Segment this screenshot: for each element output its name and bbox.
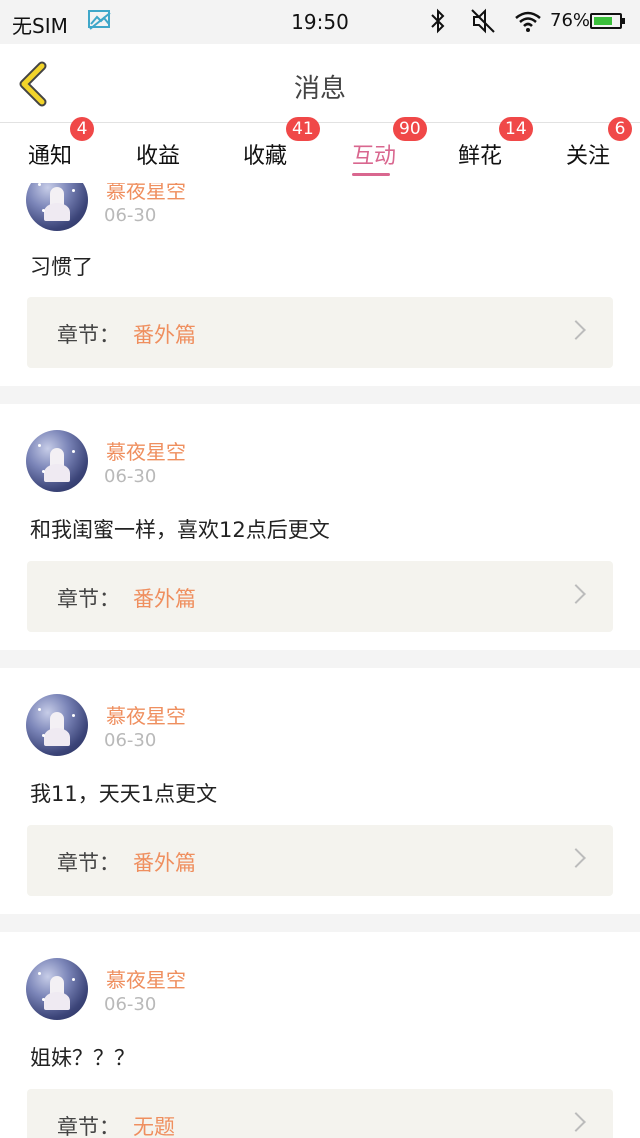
tab-badge: 41 (286, 117, 320, 141)
chapter-label: 章节： (57, 323, 120, 347)
tab-badge: 6 (608, 117, 632, 141)
battery-percentage: 76% (550, 10, 591, 31)
avatar[interactable] (26, 694, 88, 756)
chapter-label: 章节： (57, 851, 120, 875)
back-button[interactable] (14, 60, 54, 108)
chapter-label: 章节： (57, 1115, 120, 1138)
message-content: 习惯了 (30, 255, 93, 279)
chapter-link[interactable]: 章节： 番外篇 (27, 825, 613, 896)
tab-label: 收藏 (243, 144, 288, 169)
mute-icon (470, 8, 496, 39)
chevron-right-icon (566, 584, 586, 604)
chevron-right-icon (566, 1112, 586, 1132)
chapter-title: 无题 (133, 1115, 175, 1138)
battery-icon (590, 13, 625, 29)
username[interactable]: 慕夜星空 (106, 964, 186, 993)
message-list[interactable]: 慕夜星空 06-30 习惯了 章节： 番外篇 慕夜星空 06-30 和我闺蜜一样… (0, 183, 640, 1138)
active-tab-indicator (352, 173, 390, 176)
tab-badge: 4 (70, 117, 94, 141)
chevron-right-icon (566, 320, 586, 340)
avatar[interactable] (26, 958, 88, 1020)
username[interactable]: 慕夜星空 (106, 436, 186, 465)
tab-label: 鲜花 (458, 144, 503, 169)
chapter-link[interactable]: 章节： 无题 (27, 1089, 613, 1138)
tab-label: 收益 (136, 144, 181, 169)
chapter-link[interactable]: 章节： 番外篇 (27, 561, 613, 632)
chapter-title: 番外篇 (133, 323, 196, 347)
message-card: 慕夜星空 06-30 我11，天天1点更文 章节： 番外篇 (0, 668, 640, 914)
message-date: 06-30 (104, 730, 157, 751)
avatar[interactable] (26, 430, 88, 492)
message-content: 和我闺蜜一样，喜欢12点后更文 (30, 518, 330, 542)
status-bar: 无SIM 19:50 76% (0, 0, 640, 44)
chapter-title: 番外篇 (133, 851, 196, 875)
back-arrow-icon (19, 61, 47, 107)
nav-bar: 消息 (0, 44, 640, 123)
bluetooth-icon (428, 8, 448, 39)
chapter-link[interactable]: 章节： 番外篇 (27, 297, 613, 368)
chapter-title: 番外篇 (133, 587, 196, 611)
chevron-right-icon (566, 848, 586, 868)
page-title: 消息 (293, 74, 346, 104)
tab-bar: 通知 4 收益 收藏 41 互动 90 鲜花 14 关注 6 (0, 117, 640, 183)
clock: 19:50 (291, 10, 349, 34)
username[interactable]: 慕夜星空 (106, 183, 186, 204)
tab-label: 通知 (28, 144, 73, 169)
wifi-icon (514, 10, 542, 37)
tab-label: 互动 (352, 144, 397, 169)
message-date: 06-30 (104, 205, 157, 226)
message-card: 慕夜星空 06-30 习惯了 章节： 番外篇 (0, 183, 640, 386)
message-card: 慕夜星空 06-30 姐妹？？？ 章节： 无题 (0, 932, 640, 1138)
tab-label: 关注 (566, 144, 611, 169)
username[interactable]: 慕夜星空 (106, 700, 186, 729)
tab-badge: 90 (393, 117, 427, 141)
message-content: 姐妹？？？ (30, 1046, 135, 1070)
message-date: 06-30 (104, 466, 157, 487)
message-date: 06-30 (104, 994, 157, 1015)
message-card: 慕夜星空 06-30 和我闺蜜一样，喜欢12点后更文 章节： 番外篇 (0, 404, 640, 650)
message-content: 我11，天天1点更文 (30, 782, 218, 806)
chapter-label: 章节： (57, 587, 120, 611)
avatar[interactable] (26, 183, 88, 231)
tab-badge: 14 (499, 117, 533, 141)
